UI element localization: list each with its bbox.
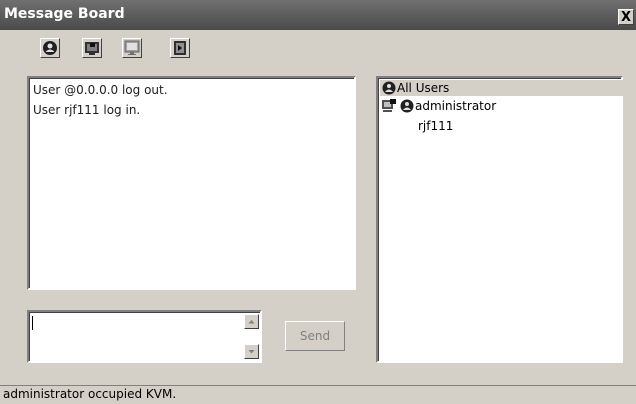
scroll-up-button[interactable] xyxy=(244,314,259,329)
message-log[interactable]: User @0.0.0.0 log out. User rjf111 log i… xyxy=(27,76,356,290)
status-bar: administrator occupied KVM. xyxy=(0,385,636,404)
user-name: rjf111 xyxy=(418,119,454,133)
title-bar: Message Board X xyxy=(0,0,636,30)
toolbar-user-button[interactable] xyxy=(40,38,60,58)
users-icon xyxy=(382,81,396,95)
close-button[interactable]: X xyxy=(618,9,634,25)
person-icon xyxy=(400,99,414,113)
person-icon xyxy=(43,41,57,55)
all-users-label: All Users xyxy=(397,81,450,95)
exit-icon xyxy=(174,41,186,55)
computer-lock-icon xyxy=(382,99,396,112)
monitor-lock-icon xyxy=(85,42,99,55)
log-line: User @0.0.0.0 log out. xyxy=(33,83,168,97)
user-list[interactable]: All Users administrator rjf111 xyxy=(376,76,623,363)
arrow-down-icon xyxy=(248,350,255,354)
user-name: administrator xyxy=(415,99,497,113)
toolbar-lock-button[interactable] xyxy=(82,38,102,58)
user-item-rjf111[interactable]: rjf111 xyxy=(418,118,618,136)
message-input[interactable] xyxy=(27,310,262,363)
monitor-icon xyxy=(124,40,140,55)
send-button[interactable]: Send xyxy=(285,321,345,351)
window-title: Message Board xyxy=(4,6,125,22)
log-line: User rjf111 log in. xyxy=(33,103,141,117)
toolbar-monitor-button[interactable] xyxy=(122,38,142,58)
toolbar-exit-button[interactable] xyxy=(170,38,190,58)
user-item-administrator[interactable]: administrator xyxy=(380,98,623,116)
text-cursor xyxy=(32,316,33,330)
arrow-up-icon xyxy=(248,320,255,324)
all-users-row[interactable]: All Users xyxy=(380,80,623,96)
scroll-down-button[interactable] xyxy=(244,344,259,359)
